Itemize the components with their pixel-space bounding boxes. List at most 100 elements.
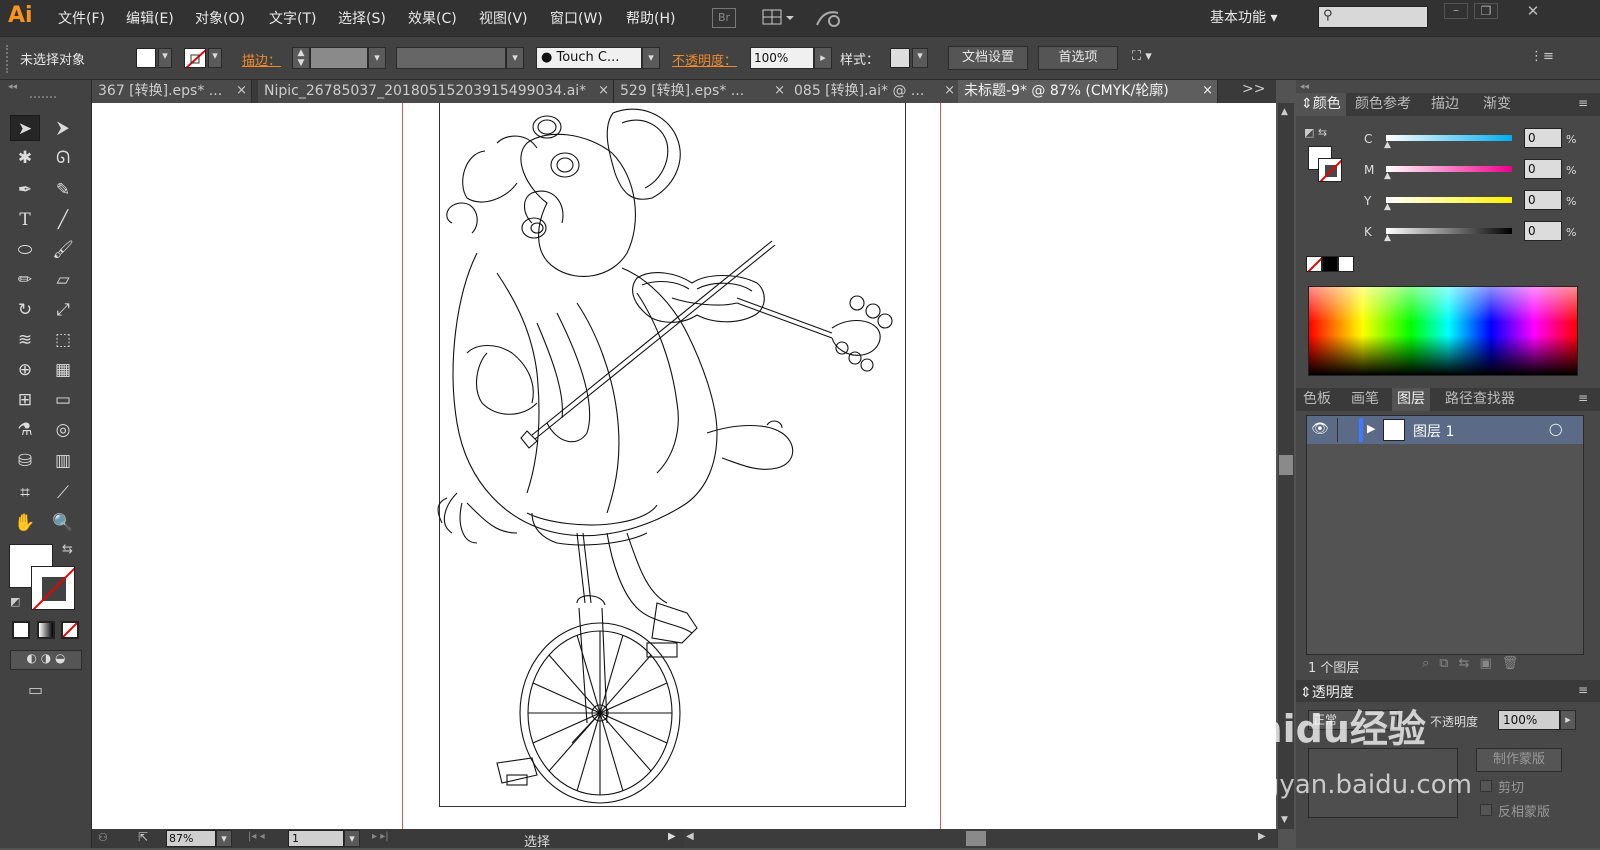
fill-swatch[interactable] [136,48,156,68]
layer-row[interactable]: 👁 ▶ 图层 1 ◯ [1307,416,1583,444]
tab-close-icon[interactable]: × [774,80,785,102]
scroll-up-icon[interactable]: ▲ [1281,107,1288,117]
layers-list[interactable]: 👁 ▶ 图层 1 ◯ [1306,415,1584,655]
yellow-slider[interactable] [1386,197,1512,203]
perspective-grid-tool-icon[interactable]: ▦ [48,357,78,383]
expand-layer-icon[interactable]: ▶ [1367,422,1375,435]
tab-swatches[interactable]: 色板 [1298,388,1336,411]
eraser-tool-icon[interactable]: ▱ [48,267,78,293]
bridge-icon[interactable]: Br [712,8,736,28]
invert-mask-checkbox[interactable] [1480,804,1492,816]
cyan-slider[interactable] [1386,135,1512,141]
outline-artwork-hippo-violin-unicycle[interactable] [437,103,907,813]
hscroll-thumb[interactable] [966,831,986,846]
magenta-slider[interactable] [1386,166,1512,172]
width-tool-icon[interactable]: ≋ [10,327,40,353]
black-slider-thumb[interactable]: ▲ [1384,233,1391,243]
visibility-eye-icon[interactable]: 👁 [1311,421,1329,437]
tab-stroke[interactable]: 描边 [1426,93,1464,116]
blend-tool-icon[interactable]: ◎ [48,417,78,443]
tab-color-guide[interactable]: 颜色参考 [1350,93,1416,116]
color-panel-menu-icon[interactable]: ≡ [1578,96,1588,110]
first-artboard-icon[interactable]: |◂ ◂ [248,831,265,842]
default-fill-stroke-icon[interactable]: ◩ ⇆ [1304,126,1327,139]
menu-object[interactable]: 对象(O) [195,8,245,28]
scale-tool-icon[interactable]: ⤢ [48,297,78,323]
tab-document-529[interactable]: 529 [转换].eps* ... × [614,80,790,103]
cyan-slider-thumb[interactable]: ▲ [1384,140,1391,150]
tab-close-icon[interactable]: × [236,80,247,102]
stroke-color-box[interactable] [31,566,75,610]
canvas-area[interactable] [92,103,1276,829]
slice-tool-icon[interactable]: ⟋ [48,480,78,506]
style-swatch[interactable] [890,48,910,68]
tab-brushes[interactable]: 画笔 [1346,388,1384,411]
eyedropper-tool-icon[interactable]: ⚗ [10,417,40,443]
make-mask-button[interactable]: 制作蒙版 [1476,748,1562,772]
transparency-menu-icon[interactable]: ≡ [1578,683,1588,697]
color-mode-icon[interactable] [12,621,30,639]
artboard-tool-icon[interactable]: ⌗ [10,480,40,506]
cyan-value-input[interactable]: 0 [1524,128,1562,148]
brush-definition[interactable]: ● Touch C... [536,47,642,69]
zoom-input[interactable]: 87% [166,830,216,847]
scroll-down-icon[interactable]: ▼ [1281,815,1288,825]
lasso-tool-icon[interactable]: ᘏ [48,145,78,171]
layer-target-icon[interactable]: ◯ [1549,422,1562,436]
transparency-opacity-arrow[interactable]: ▸ [1560,710,1576,730]
menu-effect[interactable]: 效果(C) [408,8,457,28]
workspace-switcher[interactable]: 基本功能 ▾ [1210,7,1277,27]
black-value-input[interactable]: 0 [1524,221,1562,241]
opacity-input[interactable]: 100% [750,47,814,69]
restore-button[interactable]: ❐ [1474,3,1498,19]
menu-file[interactable]: 文件(F) [58,8,105,28]
scroll-thumb[interactable] [1279,455,1293,475]
toolbar-grip[interactable] [30,96,56,100]
scroll-right-icon[interactable]: ▶ [1258,831,1266,842]
artboard-number-input[interactable]: 1 [288,830,344,847]
stroke-weight-dropdown[interactable]: ▾ [368,47,386,69]
next-artboard-icon[interactable]: ▸ ▸| [372,831,389,842]
white-color-chip[interactable] [1338,256,1354,272]
minimize-button[interactable]: – [1444,3,1468,19]
search-input[interactable]: ⚲ [1318,6,1428,28]
mesh-tool-icon[interactable]: ⊞ [10,387,40,413]
swap-fill-stroke-icon[interactable]: ⇆ [62,542,73,557]
opacity-arrow[interactable]: ▸ [814,47,832,69]
brush-dropdown[interactable]: ▾ [642,47,660,69]
zoom-dropdown[interactable]: ▾ [216,830,232,847]
black-color-chip[interactable] [1322,256,1338,272]
yellow-slider-thumb[interactable]: ▲ [1384,202,1391,212]
menu-edit[interactable]: 编辑(E) [126,8,174,28]
variable-width-profile[interactable] [396,47,506,69]
color-spectrum[interactable] [1308,286,1578,376]
layers-panel-menu-icon[interactable]: ≡ [1578,391,1588,405]
black-slider[interactable] [1386,228,1512,234]
artboard-nav-icon[interactable]: ⚇ [98,831,108,844]
opacity-label[interactable]: 不透明度： [672,50,737,69]
collapse-panel-icon[interactable]: ◂◂ [8,82,17,92]
drawing-modes-icon[interactable]: ◐ ◑ ◒ [10,650,82,670]
curvature-tool-icon[interactable]: ✎ [48,177,78,203]
isolate-object-icon[interactable]: ⛶ ▾ [1132,49,1152,64]
horizontal-scrollbar[interactable]: ◀ ▶ [684,829,1276,848]
ellipse-tool-icon[interactable]: ⬭ [10,237,40,263]
document-setup-button[interactable]: 文档设置 [948,46,1028,70]
tab-gradient[interactable]: 渐变 [1478,93,1516,116]
magenta-value-input[interactable]: 0 [1524,159,1562,179]
stroke-dropdown[interactable]: ▾ [208,48,222,68]
screen-mode-icon[interactable]: ▭ [28,680,43,699]
menu-type[interactable]: 文字(T) [269,8,316,28]
tabs-overflow-button[interactable]: >> [1242,81,1265,97]
tab-color[interactable]: ⇕颜色 [1296,93,1346,116]
yellow-value-input[interactable]: 0 [1524,190,1562,210]
close-window-button[interactable]: ✕ [1508,2,1558,20]
menu-view[interactable]: 视图(V) [479,8,528,28]
selection-tool-icon[interactable]: ➤ [10,115,40,141]
pencil-tool-icon[interactable]: ✏ [10,267,40,293]
tab-document-367[interactable]: 367 [转换].eps* ... × [92,80,252,103]
menu-help[interactable]: 帮助(H) [626,8,675,28]
free-transform-tool-icon[interactable]: ⬚ [48,327,78,353]
status-menu-arrow[interactable]: ▶ [668,831,676,842]
stroke-weight-input[interactable] [310,47,368,69]
